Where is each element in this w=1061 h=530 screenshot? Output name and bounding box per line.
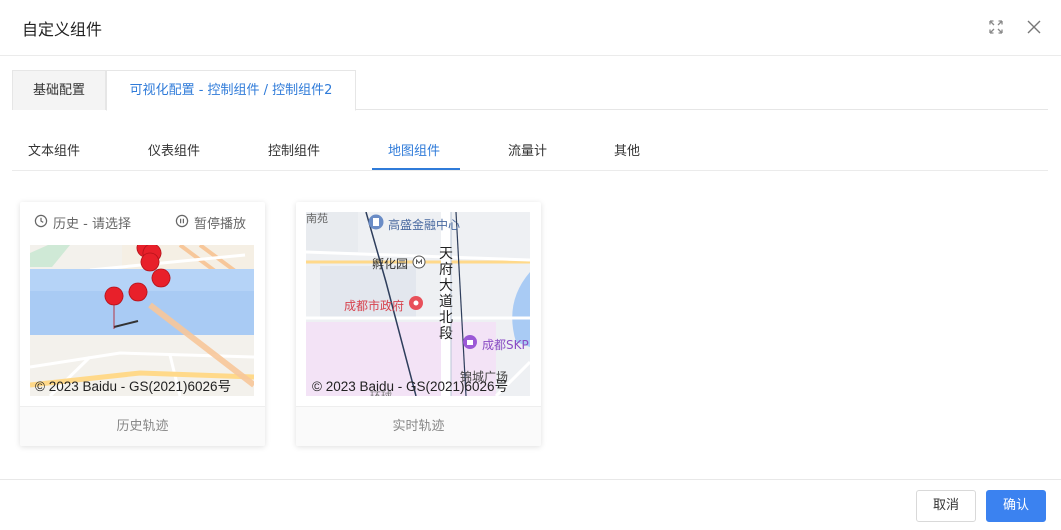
poi-city-gov: 成都市政府 [344, 295, 424, 315]
pause-icon [175, 214, 189, 232]
confirm-button[interactable]: 确认 [986, 490, 1046, 522]
component-type-tabs: 文本组件 仪表组件 控制组件 地图组件 流量计 其他 [12, 128, 1048, 171]
gov-pin-icon [408, 295, 424, 315]
dialog-header: 自定义组件 [0, 0, 1061, 56]
poi-building-icon [368, 214, 384, 234]
history-track-card[interactable]: 历史 - 请选择 暂停播放 © 2023 Baidu - GS(2021)602… [20, 202, 265, 446]
tab-map-component[interactable]: 地图组件 [388, 140, 440, 159]
poi-incubator: 孵化园 [372, 254, 426, 273]
tab-visual-config[interactable]: 可视化配置 - 控制组件 / 控制组件2 [106, 70, 356, 111]
metro-icon [412, 254, 426, 273]
tab-basic-config[interactable]: 基础配置 [12, 70, 106, 110]
config-tabs: 基础配置 可视化配置 - 控制组件 / 控制组件2 [12, 70, 1048, 111]
poi-skp: 成都SKP [462, 334, 529, 354]
tab-other[interactable]: 其他 [614, 140, 640, 159]
map-label-top: 南苑 [306, 212, 328, 225]
realtime-map[interactable]: 南苑 高盛金融中心 孵化园 天府大道北段 成都市政府 成都SKP 锦城广场 © … [306, 212, 530, 396]
clock-icon [34, 214, 48, 232]
tab-text-component[interactable]: 文本组件 [28, 140, 80, 159]
dialog-title: 自定义组件 [22, 20, 103, 39]
tab-control-component[interactable]: 控制组件 [268, 140, 320, 159]
map-copyright: © 2023 Baidu - GS(2021)6026号 [35, 379, 232, 394]
road-label: 天府大道北段 [439, 246, 453, 342]
card-caption: 历史轨迹 [20, 406, 265, 446]
pause-button-label: 暂停播放 [194, 217, 247, 232]
poi-finance-center: 高盛金融中心 [368, 214, 460, 234]
history-select[interactable]: 历史 - 请选择 [34, 213, 131, 232]
tab-gauge-component[interactable]: 仪表组件 [148, 140, 200, 159]
dialog-footer: 取消 确认 [0, 479, 1061, 530]
history-map[interactable]: © 2023 Baidu - GS(2021)6026号 [30, 245, 254, 396]
shop-pin-icon [462, 334, 478, 354]
cancel-button[interactable]: 取消 [916, 490, 976, 522]
close-icon[interactable] [1024, 17, 1044, 37]
card-caption: 实时轨迹 [296, 406, 541, 446]
active-tab-indicator [372, 168, 460, 170]
history-select-label: 历史 - 请选择 [53, 217, 131, 232]
pause-button[interactable]: 暂停播放 [175, 213, 246, 232]
realtime-track-card[interactable]: 南苑 高盛金融中心 孵化园 天府大道北段 成都市政府 成都SKP 锦城广场 © … [296, 202, 541, 446]
map-copyright: © 2023 Baidu - GS(2021)6026号 [312, 379, 509, 394]
tab-flowmeter[interactable]: 流量计 [508, 140, 547, 159]
expand-icon[interactable] [986, 17, 1006, 37]
